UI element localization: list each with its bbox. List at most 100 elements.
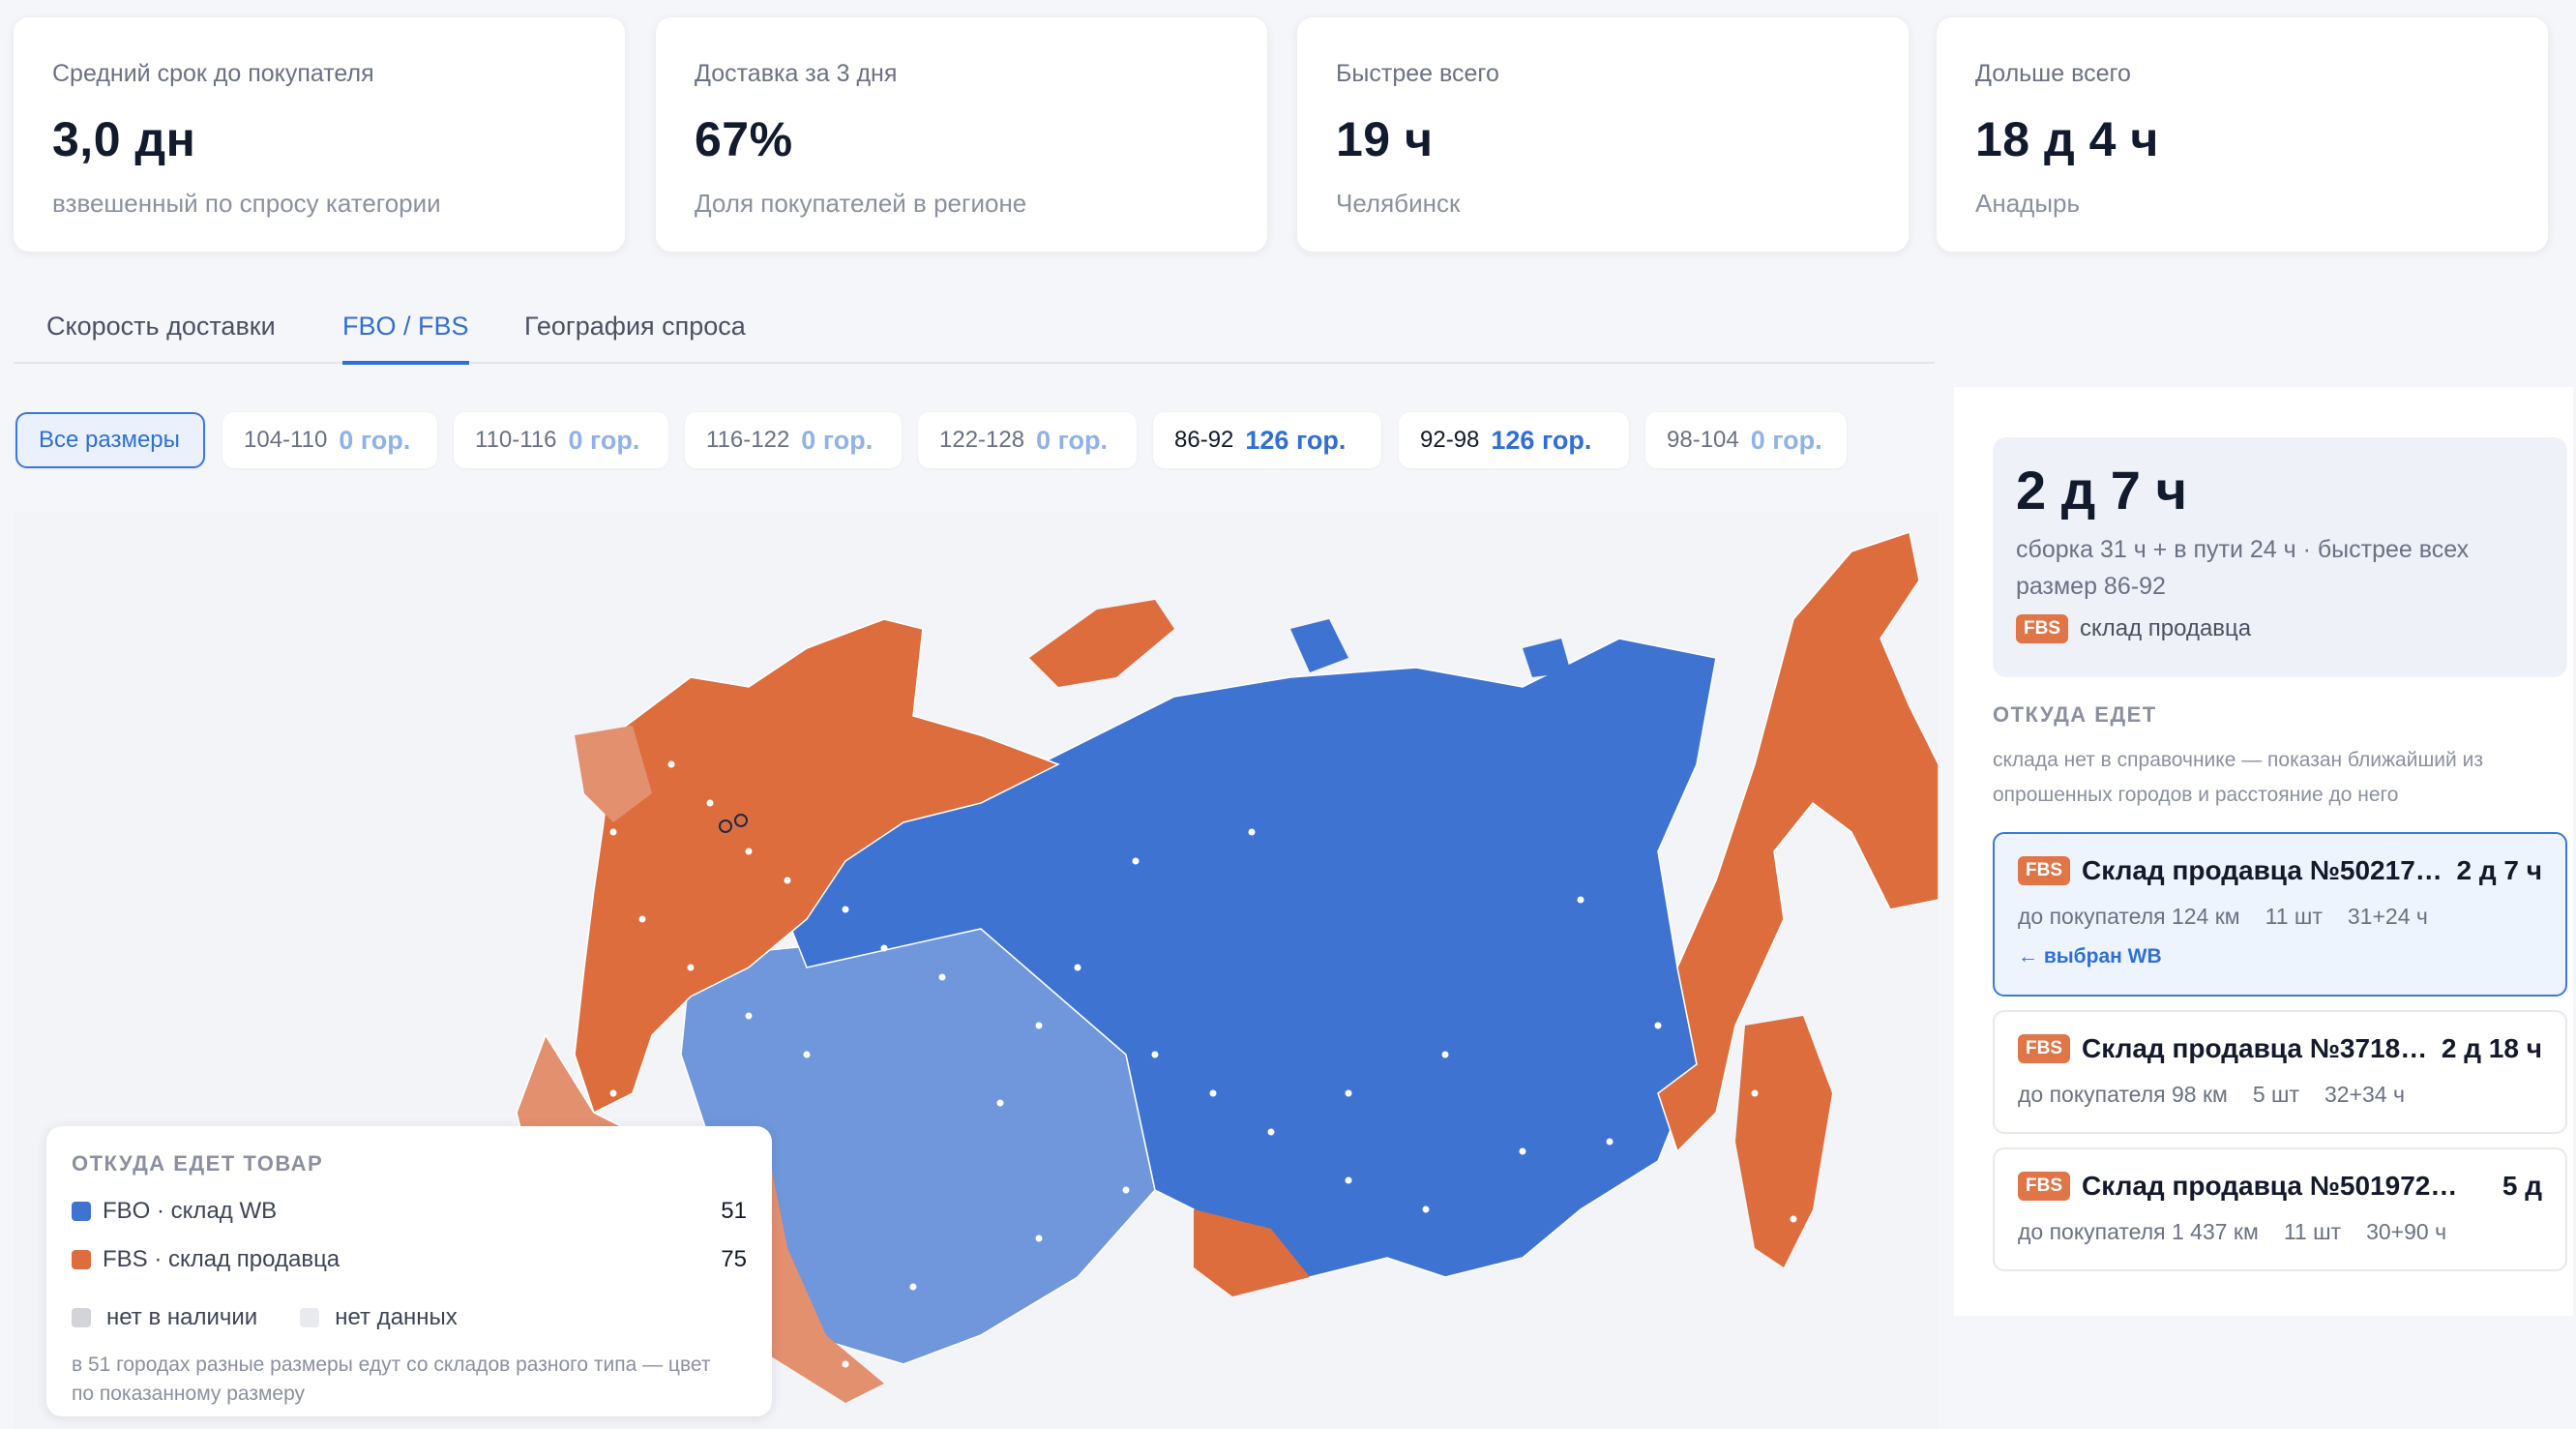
- stat-value: 18 д 4 ч: [1975, 112, 2159, 166]
- warehouse-time: 5 д: [2502, 1171, 2542, 1201]
- stat-sub: Анадырь: [1975, 189, 2081, 218]
- stat-value: 67%: [695, 112, 793, 166]
- warehouse-qty: 11 шт: [2265, 904, 2323, 929]
- tab-delivery-speed[interactable]: Скорость доставки: [46, 312, 276, 361]
- summary-source: FBS склад продавца: [2016, 614, 2544, 643]
- chip-label: 122-128: [939, 427, 1025, 453]
- stat-sub: Челябинск: [1336, 189, 1461, 218]
- stat-card-avg-time: Средний срок до покупателя 3,0 дн взвеше…: [14, 17, 625, 252]
- stats-row: Средний срок до покупателя 3,0 дн взвеше…: [14, 17, 2548, 252]
- fbs-badge: FBS: [2018, 856, 2070, 885]
- warehouse-split: 30+90 ч: [2366, 1219, 2447, 1244]
- warehouse-distance: до покупателя 1 437 км: [2018, 1219, 2259, 1244]
- chip-count: 126 гор.: [1245, 425, 1347, 455]
- stat-value: 3,0 дн: [52, 112, 196, 166]
- warehouse-split: 31+24 ч: [2347, 904, 2428, 929]
- warehouse-distance: до покупателя 124 км: [2018, 904, 2240, 929]
- legend-label: FBS · склад продавца: [103, 1246, 341, 1272]
- chip-label: 116-122: [706, 427, 790, 453]
- legend-swatch-no-stock: [72, 1308, 91, 1327]
- chip-label: 86-92: [1174, 427, 1234, 453]
- legend-swatch-fbs: [72, 1250, 91, 1269]
- warehouse-meta: до покупателя 124 км 11 шт 31+24 ч: [2018, 904, 2542, 930]
- warehouse-qty: 5 шт: [2252, 1082, 2299, 1107]
- chip-label: 98-104: [1667, 427, 1739, 453]
- chip-count: 0 гор.: [1750, 425, 1822, 455]
- chip-count: 0 гор.: [568, 425, 640, 455]
- summary-source-label: склад продавца: [2080, 615, 2252, 641]
- chip-label: 110-116: [475, 427, 557, 453]
- map-region-fbs: [1735, 1016, 1832, 1267]
- warehouse-card-selected[interactable]: FBS Склад продавца №502177... 2 д 7 ч до…: [1993, 832, 2567, 997]
- stat-label: Быстрее всего: [1336, 60, 1499, 87]
- fbs-badge: FBS: [2016, 614, 2068, 643]
- warehouse-name: Склад продавца №50197204 ·...: [2082, 1171, 2459, 1201]
- warehouse-qty: 11 шт: [2283, 1219, 2342, 1244]
- chip-label: 92-98: [1420, 427, 1480, 453]
- tab-demand-geography[interactable]: География спроса: [524, 312, 746, 361]
- chip-count: 0 гор.: [801, 425, 873, 455]
- legend-swatch-no-data: [300, 1308, 320, 1327]
- warehouse-time: 2 д 18 ч: [2441, 1033, 2542, 1063]
- fbs-badge: FBS: [2018, 1172, 2070, 1201]
- summary-time: 2 д 7 ч: [2016, 460, 2188, 521]
- legend-label: нет данных: [335, 1304, 458, 1330]
- legend-label: FBO · склад WB: [103, 1198, 278, 1224]
- stat-card-3day: Доставка за 3 дня 67% Доля покупателей в…: [656, 17, 1267, 252]
- stat-sub: Доля покупателей в регионе: [695, 189, 1027, 218]
- summary-size: размер 86-92: [2016, 573, 2166, 600]
- warehouse-head: FBS Склад продавца №50197204 ·... 5 д: [2018, 1171, 2542, 1202]
- legend-note: в 51 городах разные размеры едут со скла…: [72, 1354, 711, 1405]
- chip-size[interactable]: 92-98 126 гор.: [1399, 412, 1629, 468]
- map-legend: ОТКУДА ЕДЕТ ТОВАР FBO · склад WB 51 FBS …: [46, 1126, 772, 1416]
- chip-all-sizes[interactable]: Все размеры: [15, 412, 205, 468]
- warehouse-head: FBS Склад продавца №502177... 2 д 7 ч: [2018, 855, 2542, 886]
- stat-label: Доставка за 3 дня: [695, 60, 898, 87]
- chip-label: 104-110: [244, 427, 328, 453]
- legend-title: ОТКУДА ЕДЕТ ТОВАР: [72, 1151, 324, 1176]
- warehouse-card[interactable]: FBS Склад продавца №37188... 2 д 18 ч до…: [1993, 1010, 2567, 1134]
- warehouse-name: Склад продавца №37188...: [2082, 1033, 2430, 1063]
- warehouse-pick-note: ← выбран WB: [2018, 945, 2162, 968]
- city-detail-panel: 2 д 7 ч сборка 31 ч + в пути 24 ч · быст…: [1954, 387, 2573, 1316]
- chip-size[interactable]: 86-92 126 гор.: [1153, 412, 1381, 468]
- delivery-summary: 2 д 7 ч сборка 31 ч + в пути 24 ч · быст…: [1993, 437, 2567, 677]
- stat-value: 19 ч: [1336, 112, 1434, 166]
- chip-size[interactable]: 116-122 0 гор.: [685, 412, 902, 468]
- stat-label: Дольше всего: [1975, 60, 2131, 87]
- from-title: ОТКУДА ЕДЕТ: [1993, 702, 2157, 727]
- chip-size[interactable]: 104-110 0 гор.: [222, 412, 437, 468]
- warehouse-card[interactable]: FBS Склад продавца №50197204 ·... 5 д до…: [1993, 1147, 2567, 1271]
- stat-label: Средний срок до покупателя: [52, 60, 374, 87]
- stat-sub: взвешенный по спросу категории: [52, 189, 441, 218]
- warehouse-time: 2 д 7 ч: [2456, 855, 2542, 885]
- chip-size[interactable]: 98-104 0 гор.: [1645, 412, 1847, 468]
- chip-count: 126 гор.: [1491, 425, 1592, 455]
- map-region-fbs: [1029, 600, 1174, 687]
- legend-row-extra: нет в наличии нет данных: [72, 1304, 747, 1331]
- legend-swatch-fbo: [72, 1202, 91, 1221]
- legend-row-fbo: FBO · склад WB 51: [72, 1198, 747, 1225]
- warehouse-meta: до покупателя 1 437 км 11 шт 30+90 ч: [2018, 1219, 2542, 1245]
- warehouse-head: FBS Склад продавца №37188... 2 д 18 ч: [2018, 1033, 2542, 1064]
- warehouse-name: Склад продавца №502177...: [2082, 855, 2445, 885]
- legend-count: 51: [721, 1198, 747, 1224]
- summary-breakdown: сборка 31 ч + в пути 24 ч · быстрее всех: [2016, 536, 2470, 563]
- chip-count: 0 гор.: [339, 425, 411, 455]
- from-note: склада нет в справочнике — показан ближа…: [1993, 749, 2483, 806]
- chip-count: 0 гор.: [1036, 425, 1108, 455]
- size-filter: Все размеры 104-110 0 гор. 110-116 0 гор…: [15, 412, 1931, 468]
- stat-card-fastest: Быстрее всего 19 ч Челябинск: [1297, 17, 1909, 252]
- legend-label: нет в наличии: [106, 1304, 258, 1330]
- chip-size[interactable]: 122-128 0 гор.: [918, 412, 1137, 468]
- fbs-badge: FBS: [2018, 1034, 2070, 1063]
- chip-label: Все размеры: [39, 427, 180, 453]
- warehouse-distance: до покупателя 98 км: [2018, 1082, 2228, 1107]
- chip-size[interactable]: 110-116 0 гор.: [454, 412, 668, 468]
- legend-count: 75: [721, 1246, 747, 1272]
- warehouse-split: 32+34 ч: [2324, 1082, 2405, 1107]
- legend-row-fbs: FBS · склад продавца 75: [72, 1246, 747, 1273]
- stat-card-slowest: Дольше всего 18 д 4 ч Анадырь: [1937, 17, 2548, 252]
- warehouse-meta: до покупателя 98 км 5 шт 32+34 ч: [2018, 1082, 2542, 1108]
- tab-fbo-fbs[interactable]: FBO / FBS: [342, 312, 469, 365]
